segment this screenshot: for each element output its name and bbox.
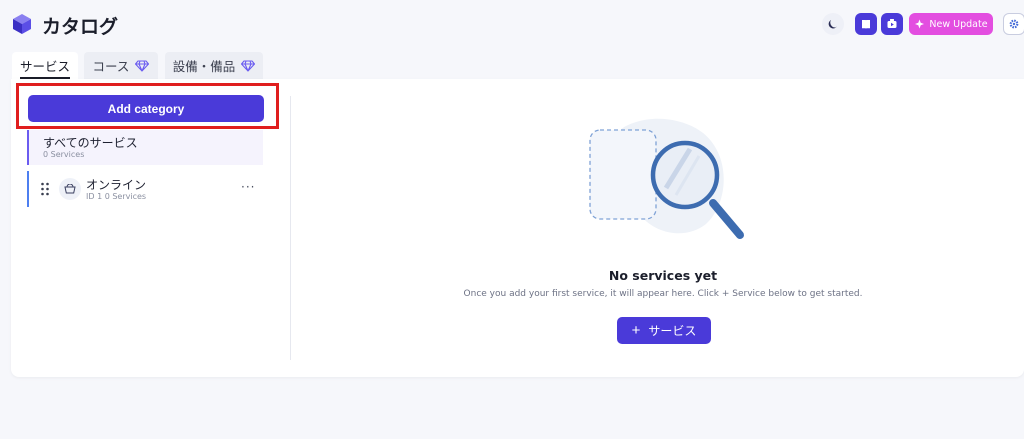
page-title: カタログ (42, 16, 119, 38)
book-icon (862, 20, 870, 29)
video-tutorial-button[interactable] (881, 13, 903, 35)
cube-logo-icon (13, 14, 31, 34)
gear-icon (1009, 19, 1019, 29)
dark-mode-toggle[interactable] (822, 13, 844, 35)
category-avatar (59, 178, 81, 200)
add-service-button[interactable]: + サービス (617, 317, 711, 344)
category-name: オンライン (86, 178, 147, 192)
category-item-all-services[interactable]: すべてのサービス 0 Services (27, 130, 263, 165)
category-meta: ID 1 0 Services (86, 192, 147, 201)
tab-equipment-label: 設備・備品 (172, 59, 236, 74)
category-item-online[interactable]: オンライン ID 1 0 Services ··· (27, 171, 263, 207)
app-header: カタログ New Update (0, 0, 1024, 50)
highlight-box (16, 83, 279, 129)
new-update-button[interactable]: New Update (909, 13, 993, 35)
tab-courses-label: コース (92, 59, 130, 74)
empty-state-title: No services yet (608, 268, 718, 283)
tab-services[interactable]: サービス (12, 52, 78, 79)
diamond-icon (135, 59, 150, 72)
more-options-icon[interactable]: ··· (241, 180, 255, 194)
new-update-label: New Update (929, 18, 988, 30)
drag-handle-icon[interactable] (40, 182, 50, 196)
add-service-label: サービス (648, 324, 697, 338)
moon-icon (828, 20, 837, 29)
settings-button[interactable] (1003, 13, 1024, 35)
plus-icon: + (631, 322, 641, 339)
diamond-icon (241, 59, 256, 72)
video-icon (887, 19, 897, 28)
empty-state-description: Once you add your first service, it will… (463, 289, 863, 299)
category-count: 0 Services (43, 150, 85, 159)
panel-divider (290, 96, 291, 360)
tab-equipment[interactable]: 設備・備品 (165, 52, 263, 79)
tab-courses[interactable]: コース (84, 52, 158, 79)
docs-button[interactable] (855, 13, 877, 35)
sparkle-icon (915, 19, 925, 28)
tab-services-label: サービス (19, 59, 70, 74)
category-name: すべてのサービス (43, 136, 138, 150)
basket-icon (64, 184, 76, 194)
empty-search-illustration (589, 118, 744, 239)
